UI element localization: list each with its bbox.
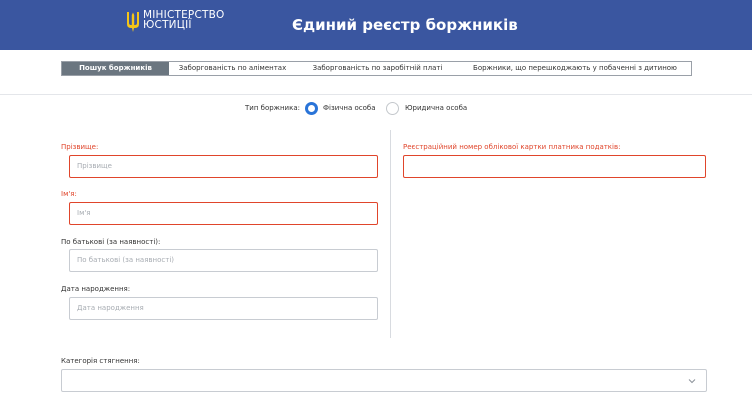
name-input[interactable]: Ім'я — [69, 202, 378, 225]
tab-alimony-debt[interactable]: Заборгованість по аліментах — [169, 62, 296, 75]
chevron-down-icon — [688, 379, 696, 384]
trident-icon — [127, 12, 139, 32]
radio-individual-label[interactable]: Фізична особа — [323, 104, 376, 112]
category-select[interactable] — [61, 369, 707, 392]
ministry-logo[interactable]: МІНІСТЕРСТВО ЮСТИЦІЇ — [126, 10, 224, 33]
category-label: Категорія стягнення: — [61, 357, 140, 365]
tab-salary-debt[interactable]: Заборгованість по заробітній платі — [296, 62, 459, 75]
tab-bar: Пошук боржників Заборгованість по алімен… — [61, 61, 692, 76]
birth-date-input[interactable]: Дата народження — [69, 297, 378, 320]
header-bar: МІНІСТЕРСТВО ЮСТИЦІЇ Єдиний реєстр боржн… — [0, 0, 752, 50]
birth-date-label: Дата народження: — [61, 285, 131, 293]
top-divider — [0, 94, 752, 95]
column-divider — [390, 130, 391, 338]
patronymic-label: По батькові (за наявності): — [61, 238, 161, 246]
page-title: Єдиний реєстр боржників — [292, 16, 518, 34]
name-label: Ім'я: — [61, 190, 77, 198]
tab-child-visitation[interactable]: Боржники, що перешкоджають у побаченні з… — [459, 62, 691, 75]
surname-label: Прізвище: — [61, 143, 99, 151]
debtor-type-row: Тип боржника: Фізична особа Юридична осо… — [0, 102, 752, 116]
surname-input[interactable]: Прізвище — [69, 155, 378, 178]
logo-line2: ЮСТИЦІЇ — [143, 19, 192, 31]
tax-number-label: Реєстраційний номер облікової картки пла… — [403, 143, 621, 151]
radio-legal-entity[interactable] — [386, 102, 399, 115]
radio-individual[interactable] — [305, 102, 318, 115]
logo-text: МІНІСТЕРСТВО ЮСТИЦІЇ — [143, 10, 224, 31]
debtor-type-label: Тип боржника: — [245, 104, 300, 112]
patronymic-input[interactable]: По батькові (за наявності) — [69, 249, 378, 272]
radio-legal-entity-label[interactable]: Юридична особа — [405, 104, 467, 112]
tab-debtor-search[interactable]: Пошук боржників — [62, 62, 169, 75]
tax-number-input[interactable] — [403, 155, 706, 178]
